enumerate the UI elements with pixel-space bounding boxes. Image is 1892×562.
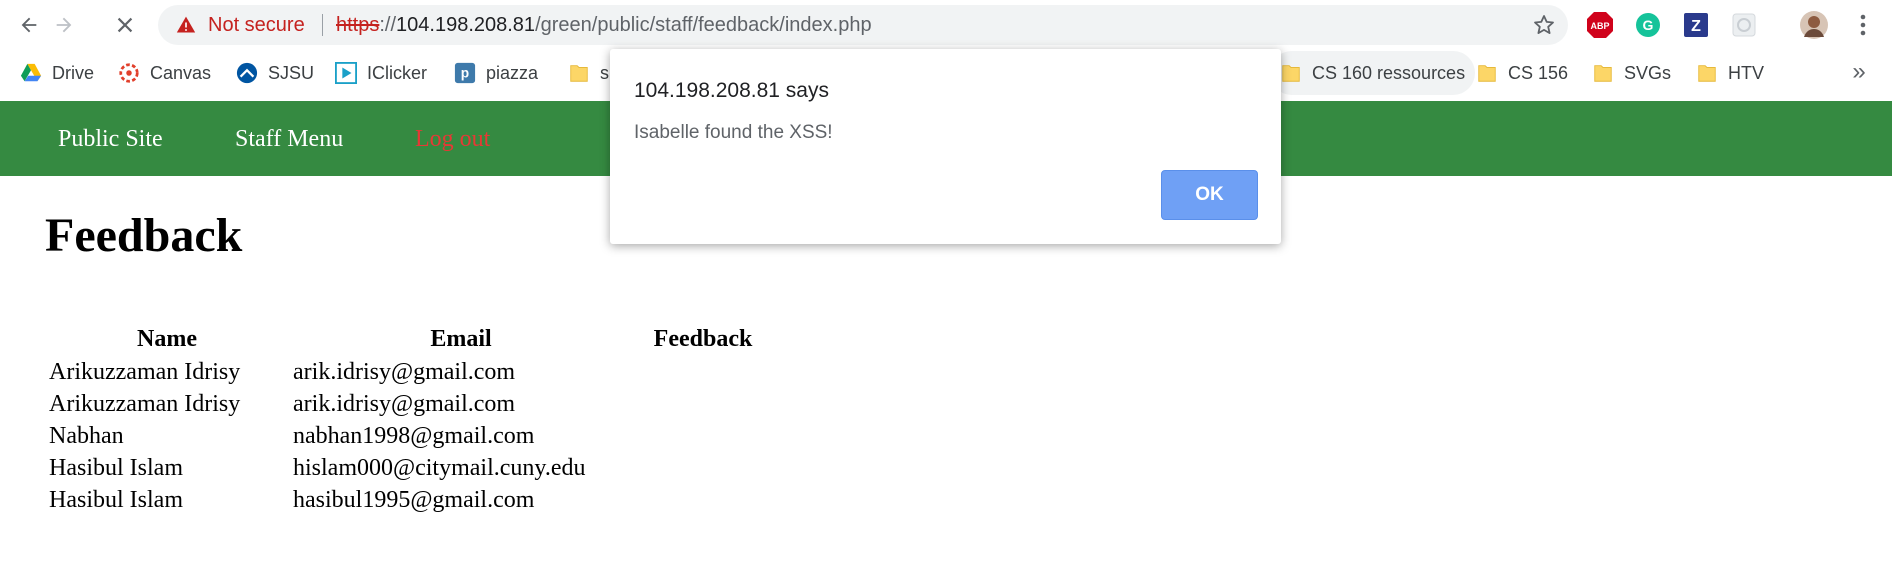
bookmark-star-icon[interactable] (1532, 13, 1556, 37)
table-row: Hasibul Islam hasibul1995@gmail.com (45, 484, 773, 516)
cell-name: Hasibul Islam (49, 454, 183, 481)
cell-name: Hasibul Islam (49, 486, 183, 513)
forward-button[interactable] (47, 8, 81, 42)
cell-feedback (633, 484, 773, 516)
folder-icon (570, 65, 588, 82)
bookmark-piazza[interactable]: p piazza (444, 51, 548, 95)
bookmark-label: SVGs (1624, 62, 1672, 83)
dialog-message: Isabelle found the XSS! (634, 122, 833, 143)
url-text[interactable]: https://104.198.208.81/green/public/staf… (336, 14, 872, 36)
bookmark-label: CS 160 ressources (1312, 62, 1466, 83)
bookmark-canvas[interactable]: Canvas (108, 51, 221, 95)
cell-email: hasibul1995@gmail.com (293, 486, 535, 513)
table-row: Nabhan nabhan1998@gmail.com (45, 420, 773, 452)
table-header-row: Name Email Feedback (45, 322, 773, 356)
close-icon (117, 17, 133, 33)
bookmark-label: piazza (486, 62, 539, 83)
nav-public-site-link[interactable]: Public Site (58, 125, 163, 153)
svg-text:G: G (1643, 17, 1654, 33)
forward-arrow-icon (56, 17, 72, 33)
bookmark-sjsu[interactable]: SJSU (226, 51, 324, 95)
dialog-title: 104.198.208.81 says (634, 79, 829, 102)
page-title: Feedback (45, 209, 243, 262)
url-host: 104.198.208.81 (396, 14, 536, 36)
svg-text:ABP: ABP (1590, 21, 1609, 31)
extension-icon[interactable] (1730, 11, 1758, 39)
bookmark-folder-htv[interactable]: HTV (1686, 51, 1774, 95)
column-header-email: Email (430, 325, 492, 352)
bookmark-label: SJSU (268, 62, 315, 83)
cell-feedback (633, 388, 773, 420)
cell-feedback (633, 420, 773, 452)
cell-name: Arikuzzaman Idrisy (49, 358, 241, 385)
cell-email: nabhan1998@gmail.com (293, 422, 535, 449)
table-row: Hasibul Islam hislam000@citymail.cuny.ed… (45, 452, 773, 484)
zotero-icon[interactable]: Z (1682, 11, 1710, 39)
column-header-name: Name (137, 325, 197, 352)
table-row: Arikuzzaman Idrisy arik.idrisy@gmail.com (45, 388, 773, 420)
drive-icon (20, 63, 42, 82)
cell-feedback (633, 356, 773, 388)
bookmarks-overflow-button[interactable]: » (1846, 58, 1872, 85)
bookmark-iclicker[interactable]: IClicker (325, 51, 437, 95)
bookmark-label: Drive (52, 62, 95, 83)
svg-text:p: p (461, 66, 469, 81)
omnibox-divider (322, 14, 323, 36)
ok-button[interactable]: OK (1161, 170, 1258, 220)
alert-dialog: 104.198.208.81 says Isabelle found the X… (610, 49, 1281, 244)
kebab-menu-icon (1860, 14, 1866, 36)
warning-icon (176, 16, 196, 33)
browser-toolbar: Not secure https://104.198.208.81/green/… (0, 0, 1892, 51)
back-arrow-icon (21, 17, 37, 33)
column-header-feedback: Feedback (653, 325, 753, 352)
folder-icon (1282, 65, 1300, 82)
url-separator: :// (379, 14, 397, 36)
bookmark-label: HTV (1728, 62, 1764, 83)
feedback-table: Name Email Feedback Arikuzzaman Idrisy a… (45, 322, 773, 516)
cell-name: Arikuzzaman Idrisy (49, 390, 241, 417)
folder-icon (1594, 65, 1612, 82)
bookmark-folder-cs160[interactable]: CS 160 ressources (1270, 51, 1476, 95)
nav-staff-menu-link[interactable]: Staff Menu (235, 125, 343, 153)
table-row: Arikuzzaman Idrisy arik.idrisy@gmail.com (45, 356, 773, 388)
bookmark-label: CS 156 (1508, 62, 1569, 83)
grammarly-icon[interactable]: G (1634, 11, 1662, 39)
folder-icon (1698, 65, 1716, 82)
profile-avatar[interactable] (1797, 8, 1831, 42)
abp-icon[interactable]: ABP (1586, 11, 1614, 39)
cell-email: hislam000@citymail.cuny.edu (293, 454, 586, 481)
svg-text:Z: Z (1691, 18, 1701, 35)
browser-menu-button[interactable] (1849, 11, 1877, 39)
address-bar[interactable]: Not secure https://104.198.208.81/green/… (158, 5, 1568, 45)
canvas-icon (119, 63, 139, 83)
bookmark-label: Canvas (150, 62, 212, 83)
bookmark-folder-cs156[interactable]: CS 156 (1466, 51, 1578, 95)
bookmark-drive[interactable]: Drive (10, 51, 104, 95)
url-scheme: https (336, 14, 380, 36)
cell-feedback (633, 452, 773, 484)
cell-email: arik.idrisy@gmail.com (293, 358, 516, 385)
cell-name: Nabhan (49, 422, 124, 449)
cell-email: arik.idrisy@gmail.com (293, 390, 516, 417)
bookmark-folder-svgs[interactable]: SVGs (1582, 51, 1681, 95)
nav-logout-link[interactable]: Log out (415, 125, 490, 153)
folder-icon (1478, 65, 1496, 82)
bookmark-label: s (600, 62, 609, 83)
not-secure-label[interactable]: Not secure (208, 14, 305, 36)
bookmark-label: IClicker (367, 62, 428, 83)
stop-loading-button[interactable] (108, 8, 142, 42)
iclicker-icon (335, 62, 357, 84)
url-path: /green/public/staff/feedback/index.php (535, 14, 872, 36)
piazza-icon: p (454, 62, 476, 84)
back-button[interactable] (12, 8, 46, 42)
sjsu-icon (236, 62, 258, 84)
